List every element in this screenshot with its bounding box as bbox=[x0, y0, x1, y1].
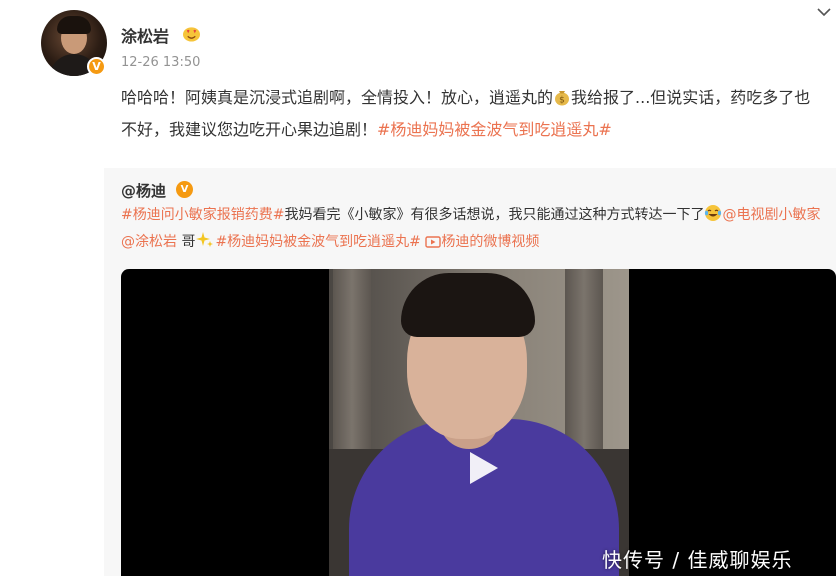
video-frame bbox=[329, 269, 629, 576]
repost-text-part-2: 哥 bbox=[181, 234, 196, 250]
laugh-cry-emoji-icon bbox=[705, 205, 722, 221]
repost-author[interactable]: @杨迪 bbox=[121, 180, 166, 201]
video-link-label[interactable]: 杨迪的微博视频 bbox=[441, 234, 539, 250]
play-icon[interactable] bbox=[461, 447, 503, 489]
video-link[interactable]: 杨迪的微博视频 bbox=[425, 234, 539, 250]
verified-v-icon: V bbox=[176, 181, 193, 198]
video-player[interactable] bbox=[121, 269, 836, 576]
person-hair bbox=[401, 273, 535, 337]
repost-hashtag-link-1[interactable]: #杨迪问小敏家报销药费# bbox=[121, 207, 284, 223]
repost-text-part-1: 我妈看完《小敏家》有很多话想说，我只能通过这种方式转达一下了 bbox=[284, 207, 705, 223]
post-hashtag-link[interactable]: #杨迪妈妈被金波气到吃逍遥丸# bbox=[377, 120, 612, 139]
chevron-down-icon[interactable] bbox=[816, 6, 832, 18]
avatar-hair bbox=[57, 16, 91, 34]
money-bag-emoji-icon: $ bbox=[555, 91, 570, 106]
post-timestamp[interactable]: 12-26 13:50 bbox=[121, 55, 200, 70]
sparkle-emoji-icon bbox=[196, 232, 214, 247]
video-link-icon bbox=[425, 236, 442, 248]
post-text: 哈哈哈！阿姨真是沉浸式追剧啊，全情投入！放心，逍遥丸的 $ 我给报了...但说实… bbox=[121, 82, 826, 146]
author-name[interactable]: 涂松岩 bbox=[121, 23, 169, 47]
svg-text:$: $ bbox=[559, 96, 565, 106]
repost-hashtag-link-2[interactable]: #杨迪妈妈被金波气到吃逍遥丸# bbox=[215, 234, 420, 250]
heart-eyes-emoji-icon bbox=[183, 27, 200, 42]
verified-v-icon: V bbox=[87, 57, 106, 76]
mention-link-tu-songyan[interactable]: @涂松岩 bbox=[121, 234, 177, 250]
repost-text: #杨迪问小敏家报销药费#我妈看完《小敏家》有很多话想说，我只能通过这种方式转达一… bbox=[121, 202, 833, 256]
mention-link-tv-drama[interactable]: @电视剧小敏家 bbox=[722, 207, 820, 223]
watermark: 快传号 / 佳威聊娱乐 bbox=[602, 548, 793, 572]
post-text-part-1: 哈哈哈！阿姨真是沉浸式追剧啊，全情投入！放心，逍遥丸的 bbox=[121, 88, 554, 107]
